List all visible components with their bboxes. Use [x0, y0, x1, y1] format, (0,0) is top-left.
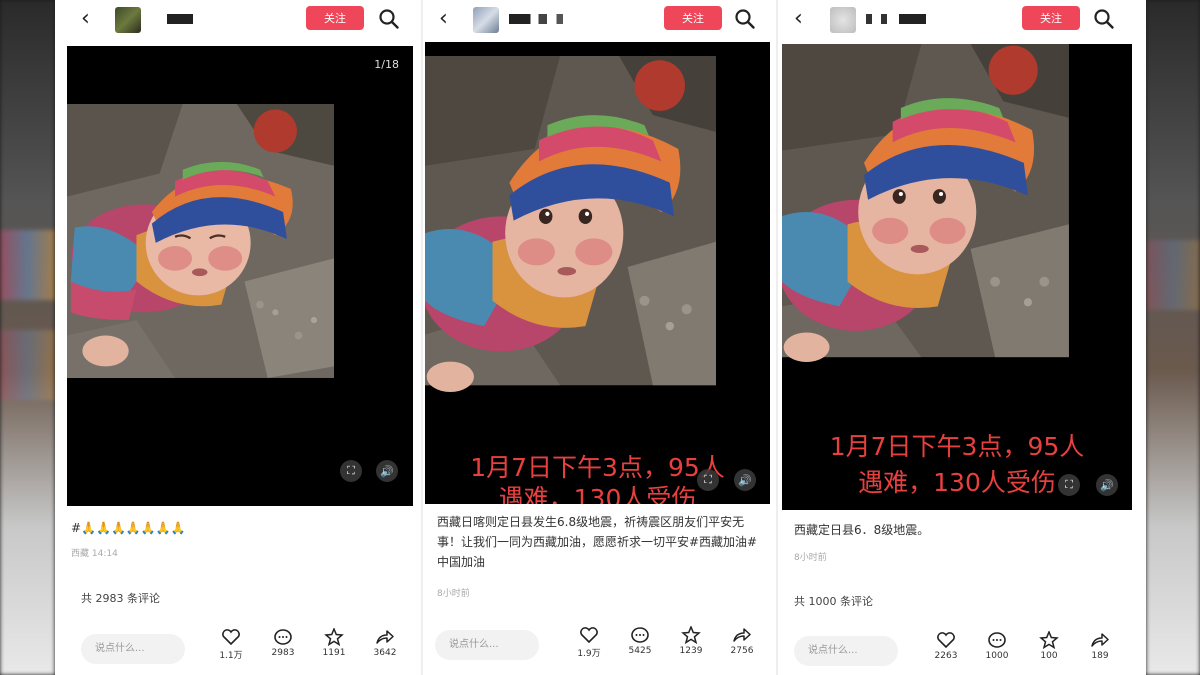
share-count: 3642: [373, 648, 397, 658]
share-button[interactable]: 2756: [722, 626, 762, 656]
star-count: 100: [1040, 651, 1058, 661]
comment-button[interactable]: 5425: [620, 626, 660, 656]
comment-icon: [631, 627, 649, 643]
video-subtitle-line-1: 1月7日下午3点，95人: [829, 432, 1085, 461]
star-icon: [324, 628, 344, 646]
video-subtitle-line-2: 遇难，130人受伤: [498, 484, 697, 504]
like-count: 1.9万: [577, 649, 601, 659]
like-button[interactable]: 1.1万: [211, 628, 251, 661]
star-button[interactable]: 100: [1029, 631, 1069, 661]
post-caption: #🙏🙏🙏🙏🙏🙏🙏: [71, 521, 186, 535]
username-blurred[interactable]: [509, 14, 563, 24]
rubble-scene-image: [67, 104, 335, 378]
like-button[interactable]: 1.9万: [569, 626, 609, 659]
heart-icon: [580, 627, 598, 644]
avatar[interactable]: [473, 7, 499, 33]
comment-stat-count: 1000: [985, 651, 1009, 661]
heart-icon: [222, 629, 240, 646]
post-meta: 西藏 14:14: [71, 549, 118, 559]
comment-button[interactable]: 2983: [263, 628, 303, 658]
post-caption: 西藏定日县6．8级地震。: [794, 523, 930, 537]
comments-count: 共 1000 条评论: [794, 595, 873, 608]
back-icon[interactable]: ‹: [439, 8, 448, 30]
username-blurred[interactable]: [167, 14, 193, 24]
avatar[interactable]: [830, 7, 856, 33]
comment-input[interactable]: 说点什么...: [794, 636, 898, 666]
share-count: 189: [1091, 651, 1109, 661]
post-photo[interactable]: 1/18 ⛶ 🔊: [67, 46, 413, 506]
screen-icon[interactable]: ⛶: [697, 469, 719, 491]
share-button[interactable]: 3642: [365, 628, 405, 658]
rubble-scene-image: [425, 56, 717, 392]
back-icon[interactable]: ‹: [81, 8, 90, 30]
share-button[interactable]: 189: [1080, 631, 1120, 661]
share-icon: [376, 630, 394, 644]
avatar[interactable]: [115, 7, 141, 33]
star-icon: [1039, 631, 1059, 649]
comment-icon: [274, 629, 292, 645]
comment-stat-count: 2983: [271, 648, 295, 658]
search-icon[interactable]: [734, 8, 756, 30]
photo-counter: 1/18: [374, 58, 399, 71]
background-left-edge: [0, 0, 55, 675]
heart-icon: [937, 632, 955, 649]
screen-icon[interactable]: ⛶: [340, 460, 362, 482]
top-bar: ‹ 关注: [778, 0, 1146, 40]
search-icon[interactable]: [1093, 8, 1115, 30]
post-photo[interactable]: 1月7日下午3点，95人 遇难，130人受伤 ⛶ 🔊: [425, 42, 770, 504]
volume-icon[interactable]: 🔊: [1096, 474, 1118, 496]
username-blurred[interactable]: [866, 14, 926, 24]
like-count: 1.1万: [219, 651, 243, 661]
volume-icon[interactable]: 🔊: [376, 460, 398, 482]
post-panel-2: ‹ 关注 1月7日下午3点，95人 遇难，130人受伤 ⛶ 🔊 西藏日喀则定日县…: [421, 0, 776, 675]
screen-icon[interactable]: ⛶: [1058, 474, 1080, 496]
post-meta: 8小时前: [437, 589, 470, 599]
like-button[interactable]: 2263: [926, 631, 966, 661]
rubble-scene-image: [782, 44, 1069, 363]
back-icon[interactable]: ‹: [794, 8, 803, 30]
post-photo[interactable]: 1月7日下午3点，95人 遇难，130人受伤 ⛶ 🔊: [782, 44, 1132, 510]
star-button[interactable]: 1239: [671, 626, 711, 656]
comment-input[interactable]: 说点什么...: [435, 630, 539, 660]
top-bar: ‹ 关注: [423, 0, 776, 40]
follow-button[interactable]: 关注: [1022, 6, 1080, 30]
post-panel-1: ‹ 关注 1/18 ⛶ 🔊 #🙏🙏🙏🙏🙏🙏🙏 西藏 14:14 共 2983 条…: [55, 0, 421, 675]
volume-icon[interactable]: 🔊: [734, 469, 756, 491]
top-bar: ‹ 关注: [55, 0, 421, 40]
search-icon[interactable]: [378, 8, 400, 30]
background-right-edge: [1146, 0, 1200, 675]
post-panel-3: ‹ 关注 1月7日下午3点，95人 遇难，130人受伤 ⛶ 🔊 西藏定日县6．8…: [776, 0, 1146, 675]
follow-button[interactable]: 关注: [664, 6, 722, 30]
follow-button[interactable]: 关注: [306, 6, 364, 30]
comment-input[interactable]: 说点什么...: [81, 634, 185, 664]
like-count: 2263: [934, 651, 958, 661]
star-icon: [681, 626, 701, 644]
share-icon: [733, 628, 751, 642]
star-count: 1239: [679, 646, 703, 656]
comment-icon: [988, 632, 1006, 648]
star-button[interactable]: 1191: [314, 628, 354, 658]
comment-button[interactable]: 1000: [977, 631, 1017, 661]
comment-stat-count: 5425: [628, 646, 652, 656]
star-count: 1191: [322, 648, 346, 658]
share-count: 2756: [730, 646, 754, 656]
post-caption: 西藏日喀则定日县发生6.8级地震，祈祷震区朋友们平安无事！让我们一同为西藏加油，…: [437, 515, 758, 569]
share-icon: [1091, 633, 1109, 647]
comments-count: 共 2983 条评论: [81, 592, 160, 605]
post-meta: 8小时前: [794, 553, 827, 563]
